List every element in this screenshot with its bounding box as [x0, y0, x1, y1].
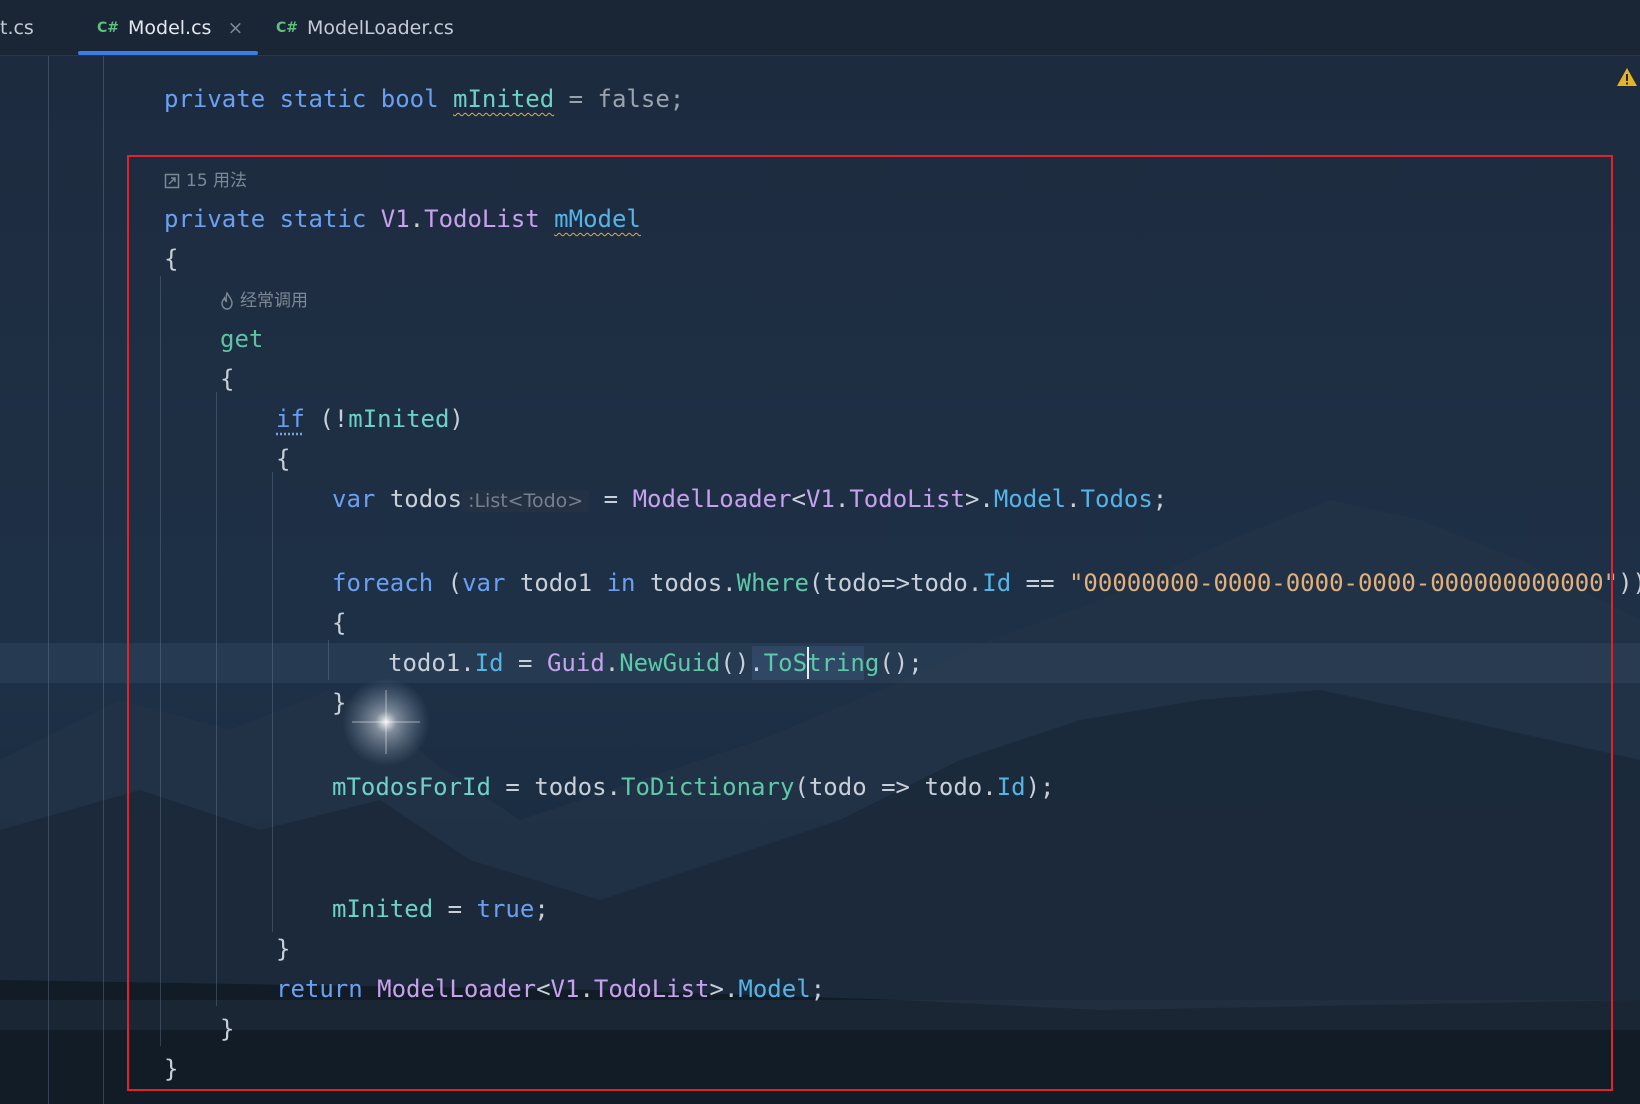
punctuation: ;: [669, 85, 685, 113]
keyword: private: [164, 85, 266, 113]
code-line-minited-decl: private static bool mInited = false;: [164, 82, 684, 116]
operator: =: [554, 85, 598, 113]
field-name: mInited: [453, 85, 555, 113]
punctuation: )): [1618, 569, 1640, 597]
editor-window: t.cs C# Model.cs × C# ModelLoader.cs pri…: [0, 0, 1640, 1104]
literal: false: [597, 85, 670, 113]
keyword: static: [279, 85, 367, 113]
keyword: bool: [380, 85, 439, 113]
highlight-frame: [127, 155, 1613, 1091]
